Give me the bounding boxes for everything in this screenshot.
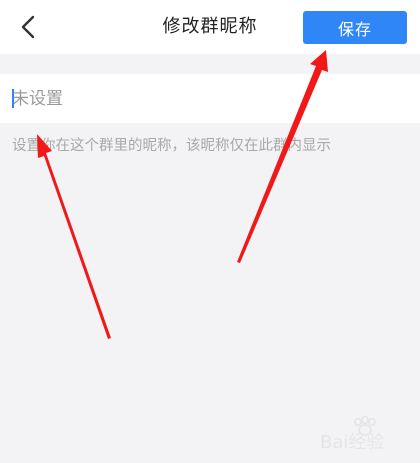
chevron-left-icon xyxy=(21,15,35,39)
save-button[interactable]: 保存 xyxy=(303,11,407,44)
top-bar: 修改群昵称 保存 xyxy=(0,0,420,54)
paw-logo-icon: Bai经验 xyxy=(320,415,385,453)
edit-group-nickname-screen: 修改群昵称 保存 设置你在这个群里的昵称，该昵称仅在此群内显示 Bai经验 xyxy=(0,0,420,463)
nickname-input-row xyxy=(0,74,420,123)
watermark-text: Bai经验 xyxy=(320,432,384,453)
baidu-jingyan-watermark: Bai经验 xyxy=(318,414,414,454)
text-cursor xyxy=(12,89,14,108)
red-arrow-to-input xyxy=(37,134,111,339)
nickname-hint-text: 设置你在这个群里的昵称，该昵称仅在此群内显示 xyxy=(12,138,331,154)
back-button[interactable] xyxy=(14,12,44,42)
annotation-arrows xyxy=(37,50,328,339)
nickname-input[interactable] xyxy=(12,82,408,115)
